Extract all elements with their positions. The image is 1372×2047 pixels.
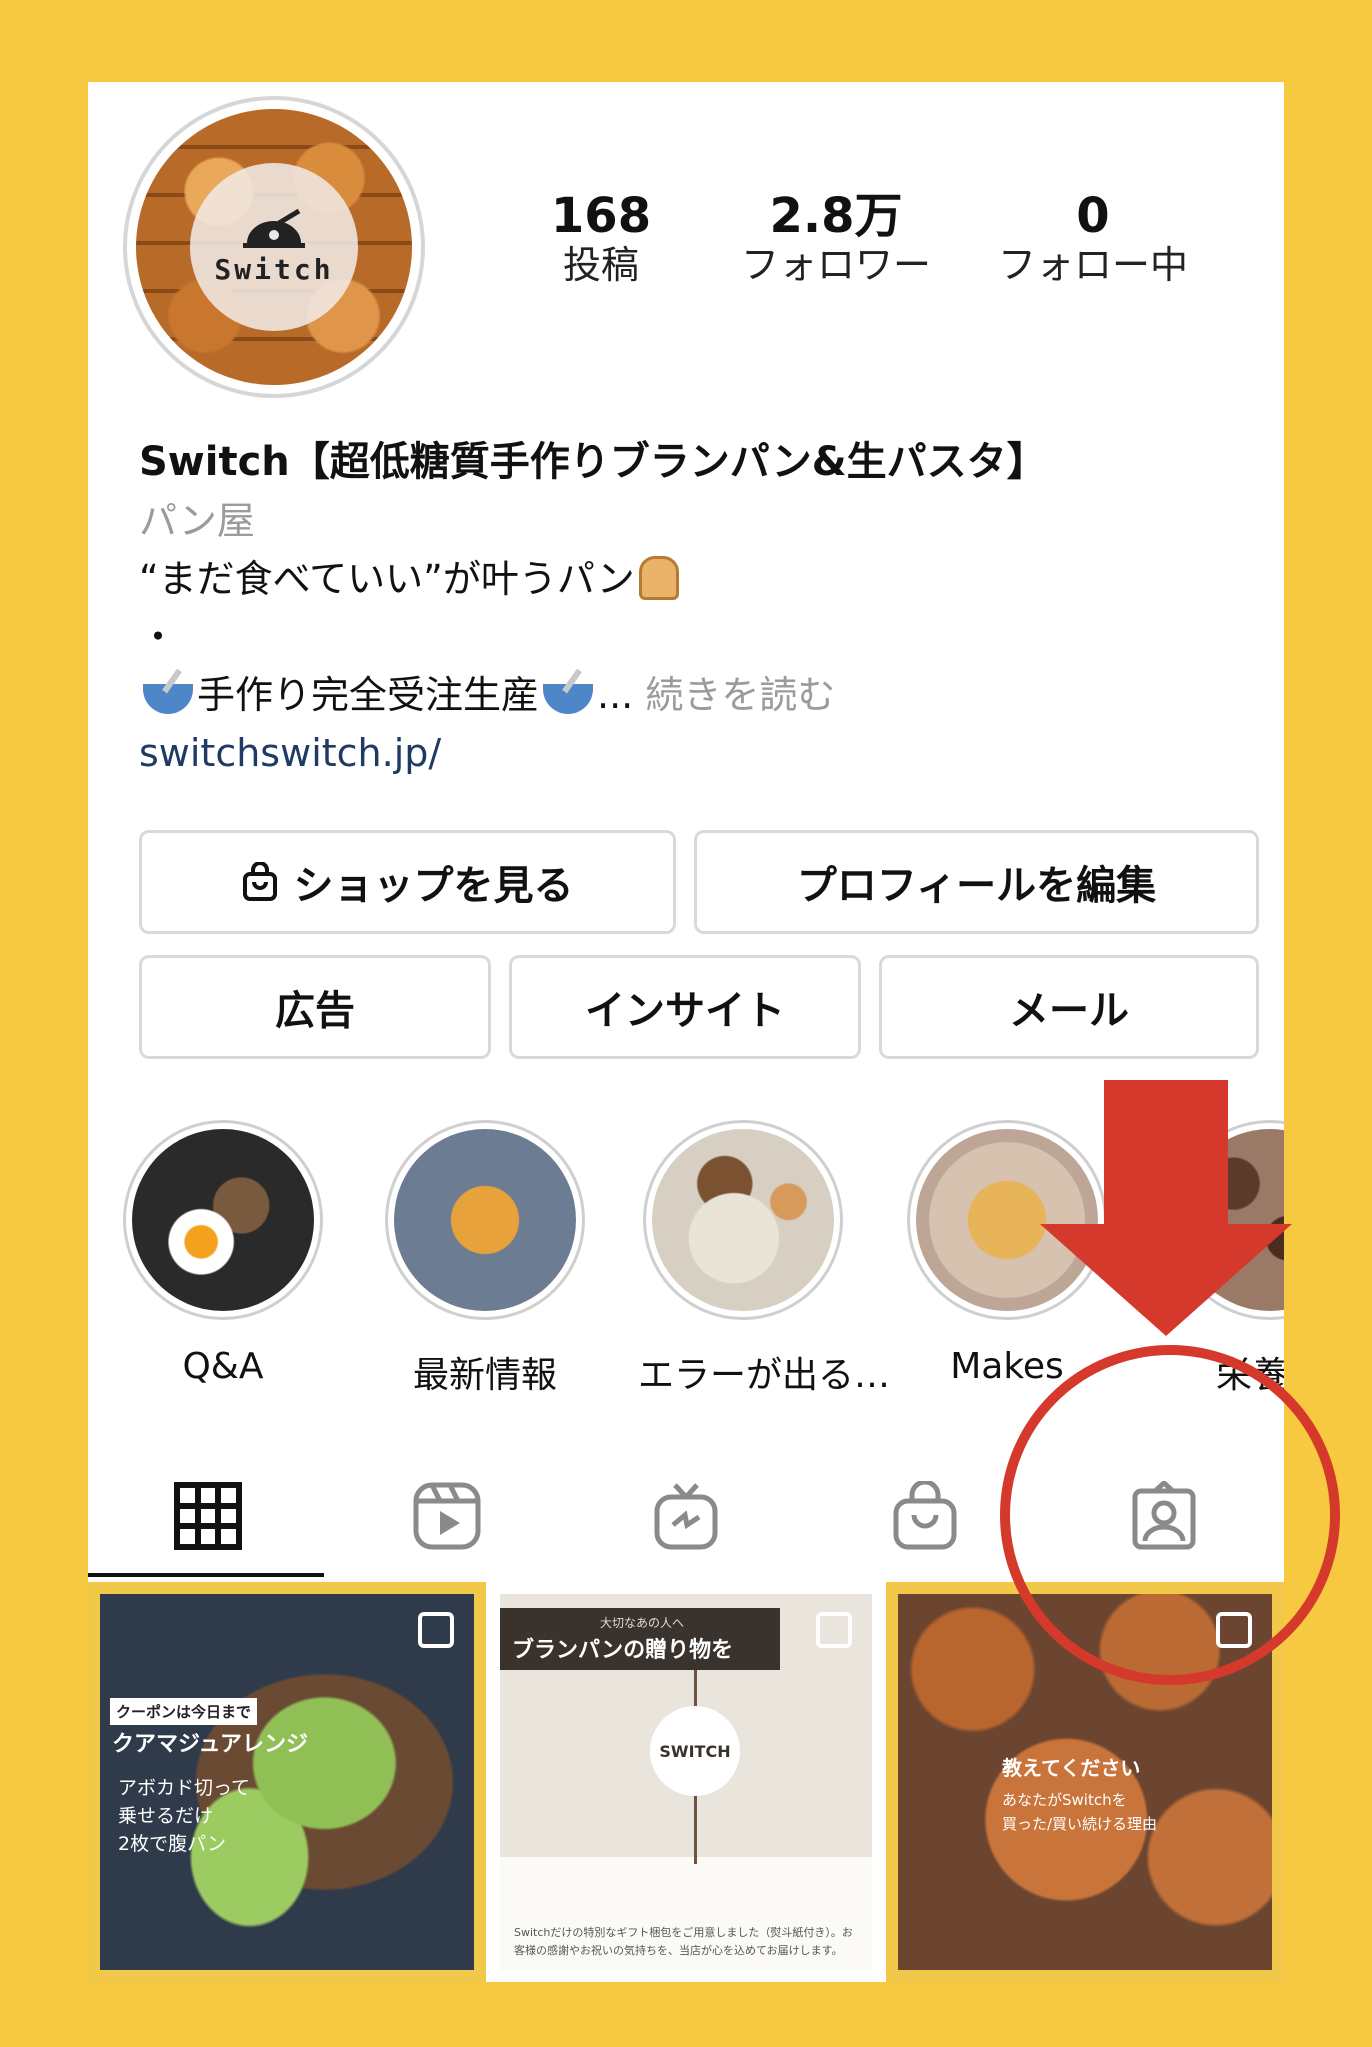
shopping-bag-icon <box>242 862 277 901</box>
bowl-emoji-icon <box>543 684 594 714</box>
post-image: 大切なあの人へ ブランパンの贈り物を SWITCH Switchだけの特別なギフ… <box>500 1594 872 1970</box>
avatar-image: Switch <box>136 109 412 385</box>
multi-photo-icon <box>816 1612 852 1648</box>
stat-following-value: 0 <box>1076 188 1110 244</box>
active-tab-indicator <box>88 1573 324 1577</box>
stat-posts[interactable]: 168 投稿 <box>491 190 711 288</box>
post-title: ブランパンの贈り物を <box>512 1638 734 1663</box>
highlight-label: Q&A <box>182 1346 264 1387</box>
gift-seal: SWITCH <box>650 1706 740 1796</box>
stat-following-label: フォロー中 <box>997 242 1188 287</box>
red-arrow-annotation <box>1040 1080 1292 1336</box>
highlight-ring <box>123 1120 323 1320</box>
tab-reels[interactable] <box>327 1454 566 1578</box>
stat-followers-value: 2.8万 <box>769 188 903 244</box>
chef-pot-icon <box>243 208 305 248</box>
highlight-news[interactable]: 最新情報 <box>380 1120 590 1398</box>
view-shop-label: ショップを見る <box>293 863 574 909</box>
profile-website-link[interactable]: switchswitch.jp/ <box>139 724 1259 782</box>
post-text: あなたがSwitchを 買った/買い続ける理由 <box>1002 1791 1158 1833</box>
stat-following[interactable]: 0 フォロー中 <box>983 190 1203 288</box>
bio-line-3: 手作り完全受注生産... 続きを読む <box>139 666 1259 724</box>
profile-avatar[interactable]: Switch <box>123 96 425 398</box>
bowl-emoji-icon <box>143 684 193 714</box>
post-tile[interactable]: 大切なあの人へ ブランパンの贈り物を SWITCH Switchだけの特別なギフ… <box>488 1582 884 1982</box>
bio-line-1-text: “まだ食べていい”が叶うパン <box>139 557 635 601</box>
avatar-logo: Switch <box>190 163 358 331</box>
highlight-image <box>132 1129 314 1311</box>
email-button[interactable]: メール <box>879 955 1259 1059</box>
stat-followers-label: フォロワー <box>740 242 931 287</box>
ads-button[interactable]: 広告 <box>139 955 491 1059</box>
profile-bio: Switch【超低糖質手作りブランパン&生パスタ】 パン屋 “まだ食べていい”が… <box>139 432 1259 782</box>
profile-category: パン屋 <box>139 499 255 543</box>
post-text: アボカド切って 乗せるだけ 2枚で腹パン <box>118 1777 251 1855</box>
tab-grid[interactable] <box>88 1454 327 1578</box>
igtv-icon <box>654 1483 717 1550</box>
bio-line-3-text: 手作り完全受注生産 <box>197 673 540 717</box>
bio-line-1: “まだ食べていい”が叶うパン <box>139 550 1259 608</box>
bio-line-2: ・ <box>139 615 178 659</box>
red-circle-annotation <box>1000 1345 1340 1685</box>
highlight-image <box>394 1129 576 1311</box>
grid-icon <box>173 1482 242 1550</box>
reels-icon <box>413 1482 480 1550</box>
highlight-ring <box>643 1120 843 1320</box>
post-subtitle: 大切なあの人へ <box>600 1616 685 1630</box>
avatar-logo-text: Switch <box>214 252 334 286</box>
multi-photo-icon <box>418 1612 454 1648</box>
profile-name: Switch【超低糖質手作りブランパン&生パスタ】 <box>139 439 1047 485</box>
stat-posts-label: 投稿 <box>562 242 639 287</box>
post-tag: クーポンは今日まで <box>110 1698 258 1725</box>
stat-followers[interactable]: 2.8万 フォロワー <box>726 190 946 288</box>
highlight-label: エラーが出る… <box>638 1355 891 1396</box>
highlight-label: 最新情報 <box>412 1355 557 1396</box>
stat-posts-value: 168 <box>550 188 652 244</box>
insights-button[interactable]: インサイト <box>509 955 861 1059</box>
bio-ellipsis: ... <box>597 673 634 717</box>
highlight-errors[interactable]: エラーが出る… <box>638 1120 891 1398</box>
highlight-ring <box>385 1120 585 1320</box>
post-footer-text: Switchだけの特別なギフト梱包をご用意しました（熨斗紙付き）。お客様の感謝や… <box>514 1926 853 1957</box>
tab-igtv[interactable] <box>566 1454 805 1578</box>
highlight-qa[interactable]: Q&A <box>118 1120 328 1387</box>
post-image: クーポンは今日まで クアマジュアレンジ アボカド切って 乗せるだけ 2枚で腹パン <box>100 1594 474 1970</box>
bread-emoji-icon <box>638 556 679 600</box>
post-title: クアマジュアレンジ <box>112 1732 309 1757</box>
post-tile[interactable]: クーポンは今日まで クアマジュアレンジ アボカド切って 乗せるだけ 2枚で腹パン <box>88 1582 486 1982</box>
highlight-image <box>652 1129 834 1311</box>
view-shop-button[interactable]: ショップを見る <box>139 830 676 934</box>
post-title: 教えてください <box>1002 1756 1141 1780</box>
profile-screen: Switch 168 投稿 2.8万 フォロワー 0 フォロー中 Switch【… <box>88 82 1284 1982</box>
edit-profile-button[interactable]: プロフィールを編集 <box>694 830 1259 934</box>
read-more-link[interactable]: 続きを読む <box>645 673 835 717</box>
shop-bag-icon <box>893 1481 956 1550</box>
